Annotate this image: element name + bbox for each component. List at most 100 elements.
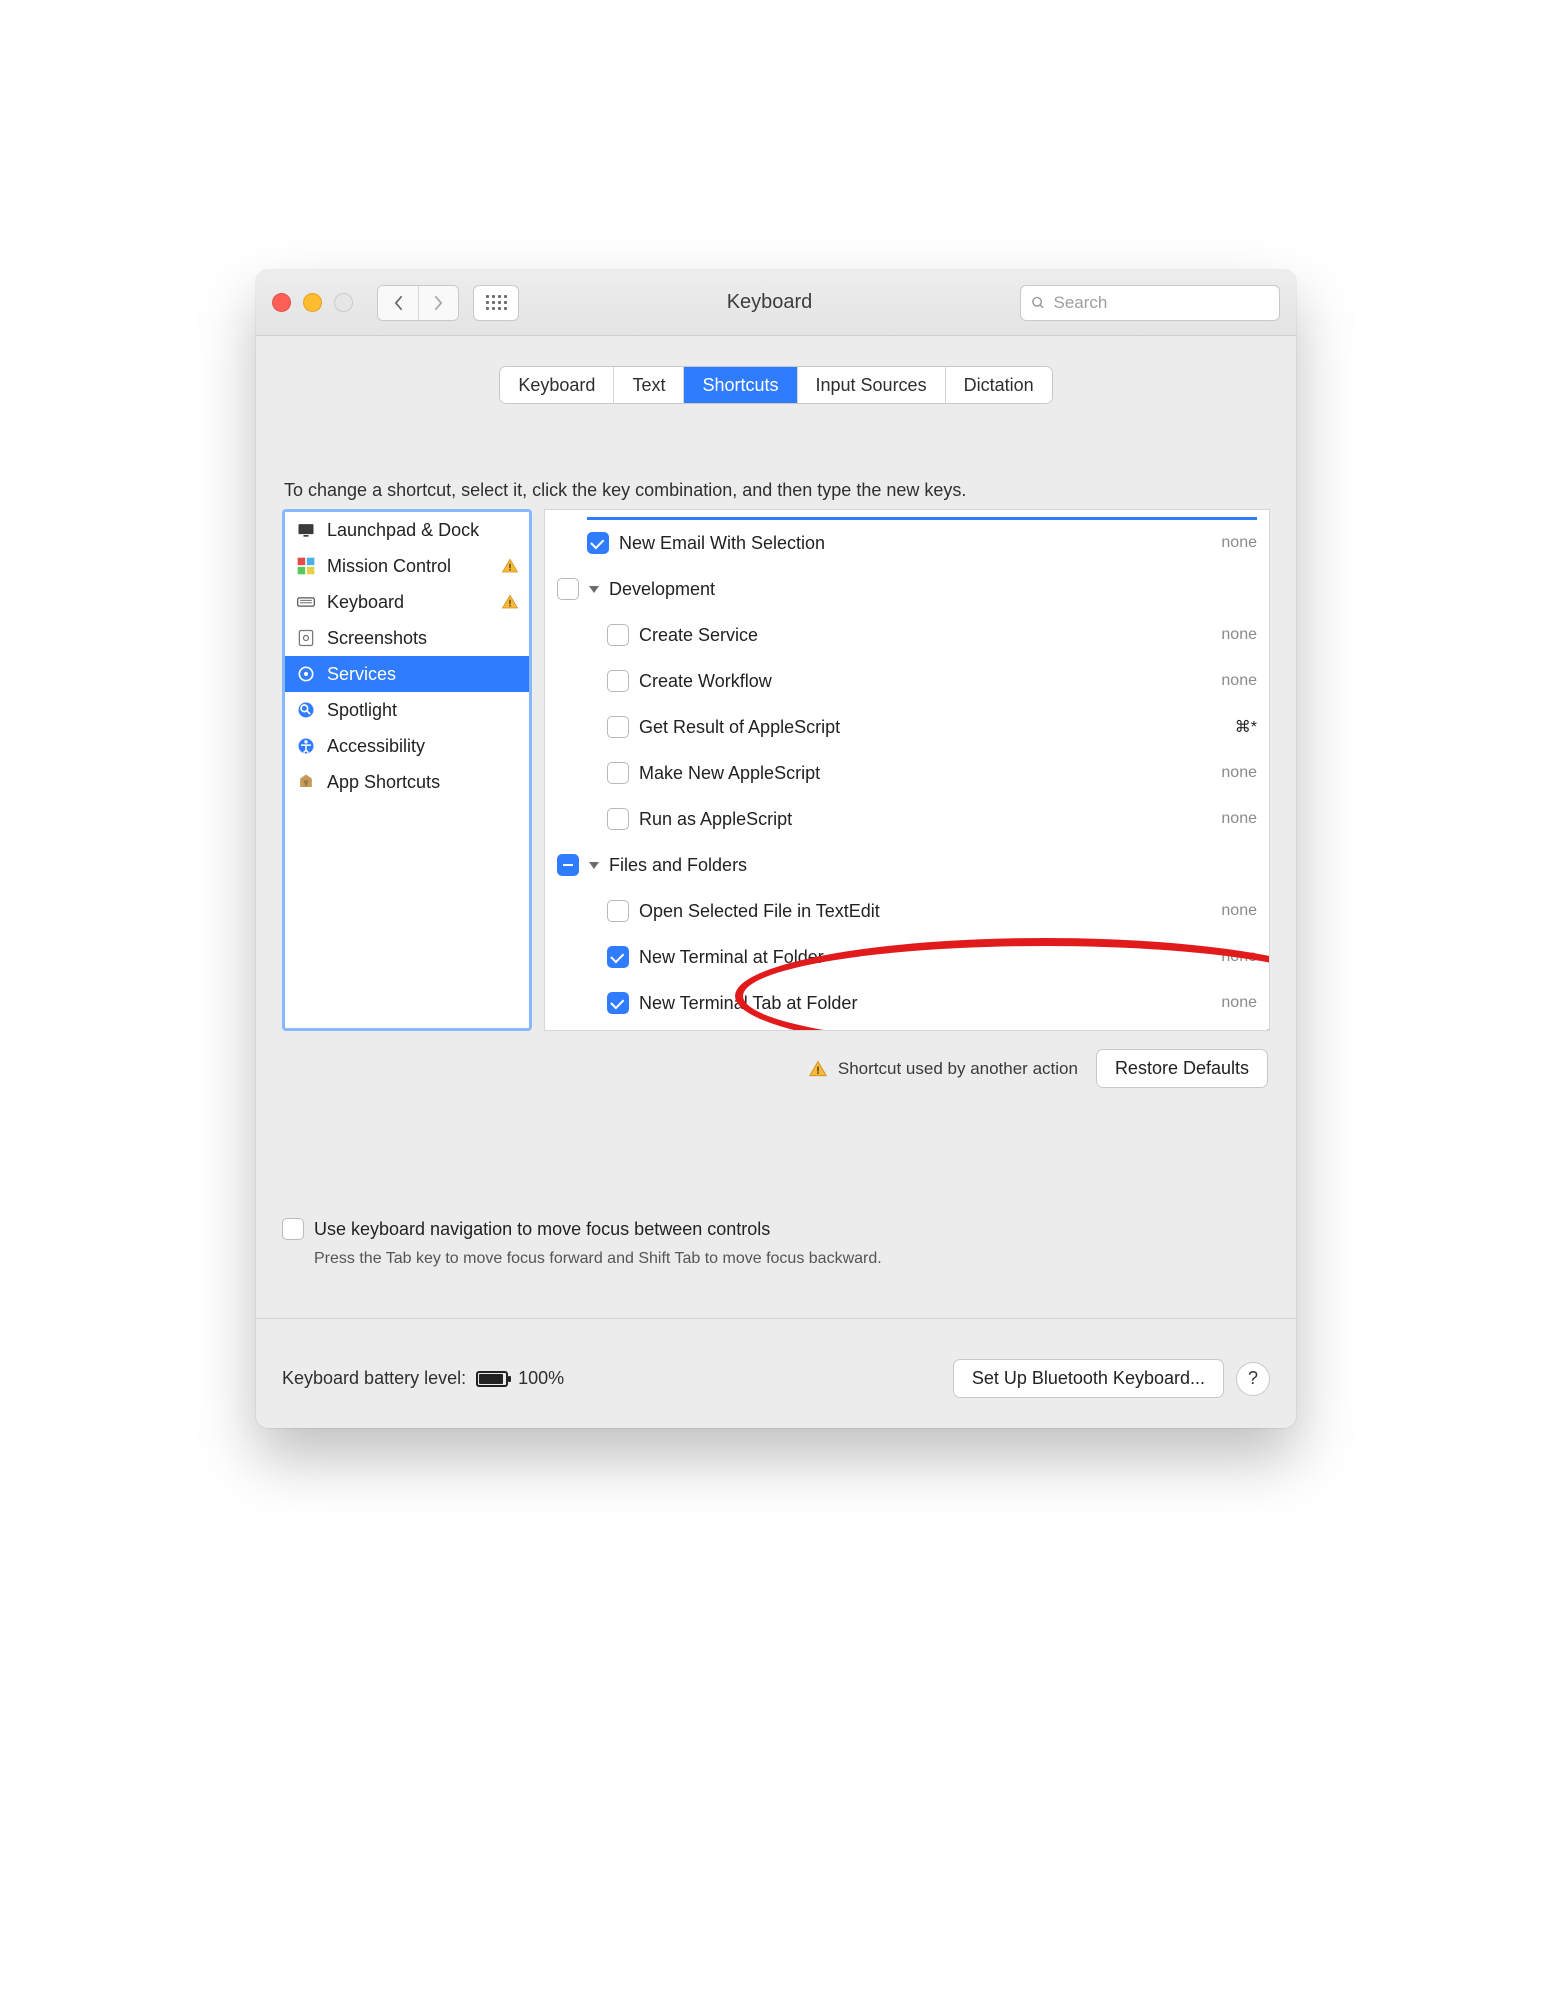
sidebar-item-label: Spotlight — [327, 700, 519, 721]
item-label: New Terminal Tab at Folder — [639, 993, 1187, 1014]
shortcut-value[interactable]: none — [1197, 994, 1257, 1012]
titlebar: Keyboard — [256, 270, 1296, 336]
disclosure-icon[interactable] — [589, 586, 599, 593]
window-title: Keyboard — [529, 291, 1010, 314]
warning-icon — [501, 557, 519, 575]
shortcuts-columns: Launchpad & Dock Mission Control Keyboa — [282, 509, 1270, 1031]
checkbox[interactable] — [607, 716, 629, 738]
tab-input-sources[interactable]: Input Sources — [797, 367, 945, 403]
checkbox-subtext: Press the Tab key to move focus forward … — [314, 1250, 1270, 1268]
tab-keyboard[interactable]: Keyboard — [500, 367, 613, 403]
list-group[interactable]: Development — [545, 566, 1269, 612]
tab-bar: Keyboard Text Shortcuts Input Sources Di… — [499, 366, 1052, 404]
sidebar-item-label: Launchpad & Dock — [327, 520, 519, 541]
checkbox[interactable] — [557, 578, 579, 600]
shortcut-value[interactable]: none — [1197, 672, 1257, 690]
zoom-icon[interactable] — [334, 293, 353, 312]
tab-text[interactable]: Text — [613, 367, 683, 403]
app-icon — [295, 771, 317, 793]
divider — [256, 1318, 1296, 1319]
list-item[interactable]: Create Workflow none — [545, 658, 1269, 704]
services-scroll[interactable]: New Email With Selection none Developmen… — [545, 510, 1269, 1030]
sidebar-item-label: Mission Control — [327, 556, 491, 577]
checkbox[interactable] — [607, 946, 629, 968]
display-icon — [295, 519, 317, 541]
battery-label: Keyboard battery level: — [282, 1368, 466, 1389]
group-label: Development — [609, 579, 1257, 600]
item-label: Get Result of AppleScript — [639, 717, 1187, 738]
accessibility-icon — [295, 735, 317, 757]
shortcut-value[interactable]: none — [1197, 810, 1257, 828]
list-item[interactable]: Create Service none — [545, 612, 1269, 658]
item-label: Create Service — [639, 625, 1187, 646]
checkbox[interactable] — [607, 900, 629, 922]
sidebar-item-mission-control[interactable]: Mission Control — [285, 548, 529, 584]
list-item[interactable]: Run as AppleScript none — [545, 796, 1269, 842]
checkbox[interactable] — [607, 670, 629, 692]
checkbox[interactable] — [587, 532, 609, 554]
back-button[interactable] — [378, 286, 418, 320]
battery-status: Keyboard battery level: 100% — [282, 1368, 564, 1389]
checkbox[interactable] — [607, 992, 629, 1014]
gear-icon — [295, 663, 317, 685]
sidebar-item-screenshots[interactable]: Screenshots — [285, 620, 529, 656]
list-item[interactable]: New Email With Selection none — [545, 520, 1269, 566]
sidebar-item-label: Keyboard — [327, 592, 491, 613]
shortcut-value[interactable]: none — [1197, 948, 1257, 966]
checkbox[interactable] — [282, 1218, 304, 1240]
sidebar-item-launchpad[interactable]: Launchpad & Dock — [285, 512, 529, 548]
sidebar-item-label: Screenshots — [327, 628, 519, 649]
keyboard-icon — [295, 591, 317, 613]
sidebar-item-keyboard[interactable]: Keyboard — [285, 584, 529, 620]
shortcuts-sidebar[interactable]: Launchpad & Dock Mission Control Keyboa — [282, 509, 532, 1031]
list-item[interactable]: Make New AppleScript none — [545, 750, 1269, 796]
checkbox-label: Use keyboard navigation to move focus be… — [314, 1219, 770, 1240]
close-icon[interactable] — [272, 293, 291, 312]
tab-shortcuts[interactable]: Shortcuts — [683, 367, 796, 403]
list-group[interactable]: Files and Folders — [545, 842, 1269, 888]
sidebar-item-label: App Shortcuts — [327, 772, 519, 793]
forward-button[interactable] — [418, 286, 458, 320]
grid-icon — [486, 295, 507, 310]
item-label: New Terminal at Folder — [639, 947, 1187, 968]
checkbox[interactable] — [557, 854, 579, 876]
search-input[interactable] — [1053, 293, 1269, 313]
help-button[interactable]: ? — [1236, 1362, 1270, 1396]
search-field[interactable] — [1020, 285, 1280, 321]
checkbox[interactable] — [607, 808, 629, 830]
list-item[interactable]: Open Selected File in TextEdit none — [545, 888, 1269, 934]
list-item[interactable]: New Terminal at Folder none — [545, 934, 1269, 980]
shortcut-value[interactable]: none — [1197, 534, 1257, 552]
checkbox[interactable] — [607, 762, 629, 784]
screenshot-icon — [295, 627, 317, 649]
services-list[interactable]: New Email With Selection none Developmen… — [544, 509, 1270, 1031]
sidebar-item-accessibility[interactable]: Accessibility — [285, 728, 529, 764]
checkbox[interactable] — [607, 624, 629, 646]
shortcut-value[interactable]: none — [1197, 902, 1257, 920]
list-item[interactable]: Get Result of AppleScript ⌘* — [545, 704, 1269, 750]
search-icon — [1031, 295, 1045, 311]
shortcut-value[interactable]: ⌘* — [1197, 717, 1257, 737]
shortcut-value[interactable]: none — [1197, 764, 1257, 782]
item-label: Make New AppleScript — [639, 763, 1187, 784]
tab-dictation[interactable]: Dictation — [945, 367, 1052, 403]
conflict-hint: Shortcut used by another action — [808, 1059, 1078, 1079]
battery-icon — [476, 1371, 508, 1387]
shortcut-value[interactable]: none — [1197, 626, 1257, 644]
show-all-button[interactable] — [473, 285, 519, 321]
sidebar-item-app-shortcuts[interactable]: App Shortcuts — [285, 764, 529, 800]
list-item[interactable]: New Terminal Tab at Folder none — [545, 980, 1269, 1026]
minimize-icon[interactable] — [303, 293, 322, 312]
sidebar-item-label: Services — [327, 664, 519, 685]
warning-icon — [501, 593, 519, 611]
battery-percent: 100% — [518, 1368, 564, 1389]
hint-text: Shortcut used by another action — [838, 1059, 1078, 1079]
bluetooth-keyboard-button[interactable]: Set Up Bluetooth Keyboard... — [953, 1359, 1224, 1398]
disclosure-icon[interactable] — [589, 862, 599, 869]
spotlight-icon — [295, 699, 317, 721]
sidebar-item-services[interactable]: Services — [285, 656, 529, 692]
content: To change a shortcut, select it, click t… — [256, 404, 1296, 1339]
restore-defaults-button[interactable]: Restore Defaults — [1096, 1049, 1268, 1088]
sidebar-item-spotlight[interactable]: Spotlight — [285, 692, 529, 728]
preferences-window: Keyboard Keyboard Text Shortcuts Input S… — [256, 270, 1296, 1428]
